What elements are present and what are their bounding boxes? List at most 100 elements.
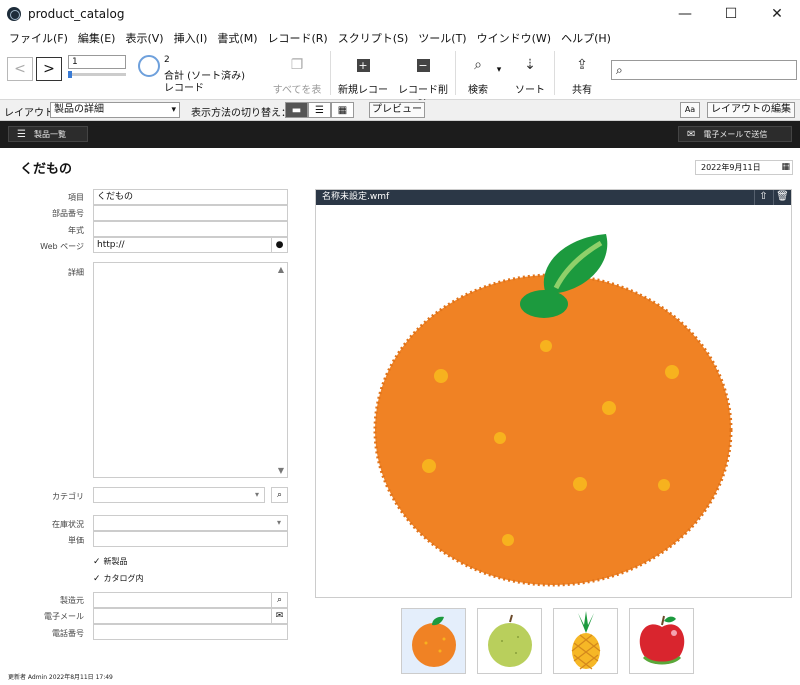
header-band: ☰ 製品一覧 ✉ 電子メールで送信 xyxy=(0,121,800,148)
record-content: くだもの 2022年9月11日 ▦ 項目 くだもの 部品番号 年式 Web ペー… xyxy=(0,148,800,685)
toolbar-separator xyxy=(554,51,555,95)
chevron-right-icon: > xyxy=(43,61,55,77)
scroll-down-icon[interactable]: ▼ xyxy=(278,466,284,475)
text-format-button[interactable]: Aa xyxy=(680,102,700,118)
menu-file[interactable]: ファイル(F) xyxy=(4,30,73,46)
sort-icon: ⇣ xyxy=(524,57,536,73)
menu-format[interactable]: 書式(M) xyxy=(212,30,262,46)
stock-label: 在庫状況 xyxy=(52,520,84,529)
close-button[interactable]: ✕ xyxy=(754,0,800,28)
menu-tools[interactable]: ツール(T) xyxy=(413,30,471,46)
product-list-button[interactable]: ☰ 製品一覧 xyxy=(8,126,88,142)
modified-footer: 更新者 Admin 2022年8月11日 17:49 xyxy=(8,674,113,681)
mail-icon[interactable]: ✉ xyxy=(271,608,288,624)
chevron-down-icon[interactable]: ▾ xyxy=(277,518,281,527)
title-bar: product_catalog — ☐ ✕ xyxy=(0,0,800,28)
menu-window[interactable]: ウインドウ(W) xyxy=(472,30,556,46)
minus-icon: − xyxy=(416,58,430,72)
date-field[interactable]: 2022年9月11日 ▦ xyxy=(695,160,793,175)
new-product-checkbox[interactable]: ✓ 新製品 xyxy=(93,556,128,567)
image-header: 名称未設定.wmf ⇧ 🗑 xyxy=(316,190,791,205)
preview-button[interactable]: プレビュー xyxy=(369,102,425,118)
share-label: 共有 xyxy=(572,85,592,96)
scroll-up-icon[interactable]: ▲ xyxy=(278,265,284,274)
quick-find-input[interactable]: ⌕ xyxy=(611,60,797,80)
list-icon: ☰ xyxy=(17,128,26,140)
price-field[interactable] xyxy=(93,531,288,547)
item-field[interactable]: くだもの xyxy=(93,189,288,205)
view-form-button[interactable]: ▬ xyxy=(285,102,308,118)
apple-thumb-icon xyxy=(639,615,684,665)
view-list-button[interactable]: ☰ xyxy=(308,102,331,118)
pear-thumb-icon xyxy=(487,614,532,667)
sort-button[interactable]: ⇣ ソート xyxy=(512,51,548,96)
view-table-button[interactable]: ▦ xyxy=(331,102,354,118)
part-number-label: 部品番号 xyxy=(52,209,84,218)
toolbar-separator xyxy=(330,51,331,95)
search-icon: ⌕ xyxy=(616,62,623,77)
search-icon: ⌕ xyxy=(276,595,283,605)
year-field[interactable] xyxy=(93,221,288,237)
part-number-field[interactable] xyxy=(93,205,288,221)
orange-image xyxy=(373,234,733,587)
maker-search-button[interactable]: ⌕ xyxy=(271,592,288,608)
share-button[interactable]: ⇪ 共有 xyxy=(564,51,600,96)
category-field[interactable] xyxy=(93,487,265,503)
product-list-label: 製品一覧 xyxy=(33,129,66,139)
maker-field[interactable] xyxy=(93,592,288,608)
prev-record-button[interactable]: < xyxy=(7,57,33,81)
sort-label: ソート xyxy=(515,85,545,96)
phone-label: 電話番号 xyxy=(52,629,84,638)
magnifier-icon: ⌕ xyxy=(474,57,482,73)
image-filename: 名称未設定.wmf xyxy=(322,192,390,202)
thumbnail-pineapple[interactable] xyxy=(553,608,618,674)
maximize-button[interactable]: ☐ xyxy=(708,0,754,28)
year-label: 年式 xyxy=(68,226,84,235)
pineapple-thumb-icon xyxy=(571,611,600,670)
next-record-button[interactable]: > xyxy=(36,57,62,81)
record-number-input[interactable]: 1 xyxy=(68,55,126,69)
record-slider[interactable] xyxy=(68,71,126,78)
record-title: くだもの xyxy=(20,162,73,177)
thumbnail-pear[interactable] xyxy=(477,608,542,674)
category-search-button[interactable]: ⌕ xyxy=(271,487,288,503)
chevron-left-icon: < xyxy=(14,61,26,77)
catalog-label: カタログ内 xyxy=(103,574,144,583)
window-title: product_catalog xyxy=(28,7,125,21)
catalog-checkbox[interactable]: ✓ カタログ内 xyxy=(93,573,144,584)
web-page-field[interactable]: http:// xyxy=(93,237,288,253)
layout-select[interactable]: 製品の詳細 xyxy=(50,102,180,118)
export-icon[interactable]: ⇧ xyxy=(754,190,772,205)
envelope-icon: ✉ xyxy=(687,128,696,140)
new-product-label: 新製品 xyxy=(103,557,128,566)
email-send-label: 電子メールで送信 xyxy=(703,129,768,139)
email-send-button[interactable]: ✉ 電子メールで送信 xyxy=(678,126,792,142)
find-button[interactable]: ⌕ 検索 xyxy=(460,51,496,96)
price-label: 単価 xyxy=(68,536,84,545)
stock-field[interactable] xyxy=(93,515,288,531)
chevron-down-icon[interactable]: ▾ xyxy=(255,490,259,499)
image-container[interactable]: 名称未設定.wmf ⇧ 🗑 xyxy=(315,189,792,598)
phone-field[interactable] xyxy=(93,624,288,640)
minimize-button[interactable]: — xyxy=(662,0,708,28)
detail-field[interactable]: ▲ ▼ xyxy=(93,262,288,478)
email-label: 電子メール xyxy=(44,612,84,621)
menu-records[interactable]: レコード(R) xyxy=(262,30,332,46)
plus-icon: + xyxy=(356,58,370,72)
globe-icon[interactable]: ● xyxy=(271,237,288,253)
thumbnail-orange[interactable] xyxy=(401,608,466,674)
menu-edit[interactable]: 編集(E) xyxy=(73,30,121,46)
edit-layout-button[interactable]: レイアウトの編集 xyxy=(707,102,795,118)
trash-icon[interactable]: 🗑 xyxy=(773,190,791,205)
thumbnail-apple[interactable] xyxy=(629,608,694,674)
form-view-icon: ▬ xyxy=(291,104,302,116)
calendar-icon[interactable]: ▦ xyxy=(781,161,790,174)
orange-thumb-icon xyxy=(411,616,456,667)
find-dropdown-arrow[interactable]: ▾ xyxy=(493,65,505,75)
menu-help[interactable]: ヘルプ(H) xyxy=(556,30,616,46)
menu-view[interactable]: 表示(V) xyxy=(120,30,168,46)
email-field[interactable] xyxy=(93,608,288,624)
menu-scripts[interactable]: スクリプト(S) xyxy=(333,30,414,46)
menu-bar: ファイル(F) 編集(E) 表示(V) 挿入(I) 書式(M) レコード(R) … xyxy=(0,28,800,47)
menu-insert[interactable]: 挿入(I) xyxy=(169,30,213,46)
